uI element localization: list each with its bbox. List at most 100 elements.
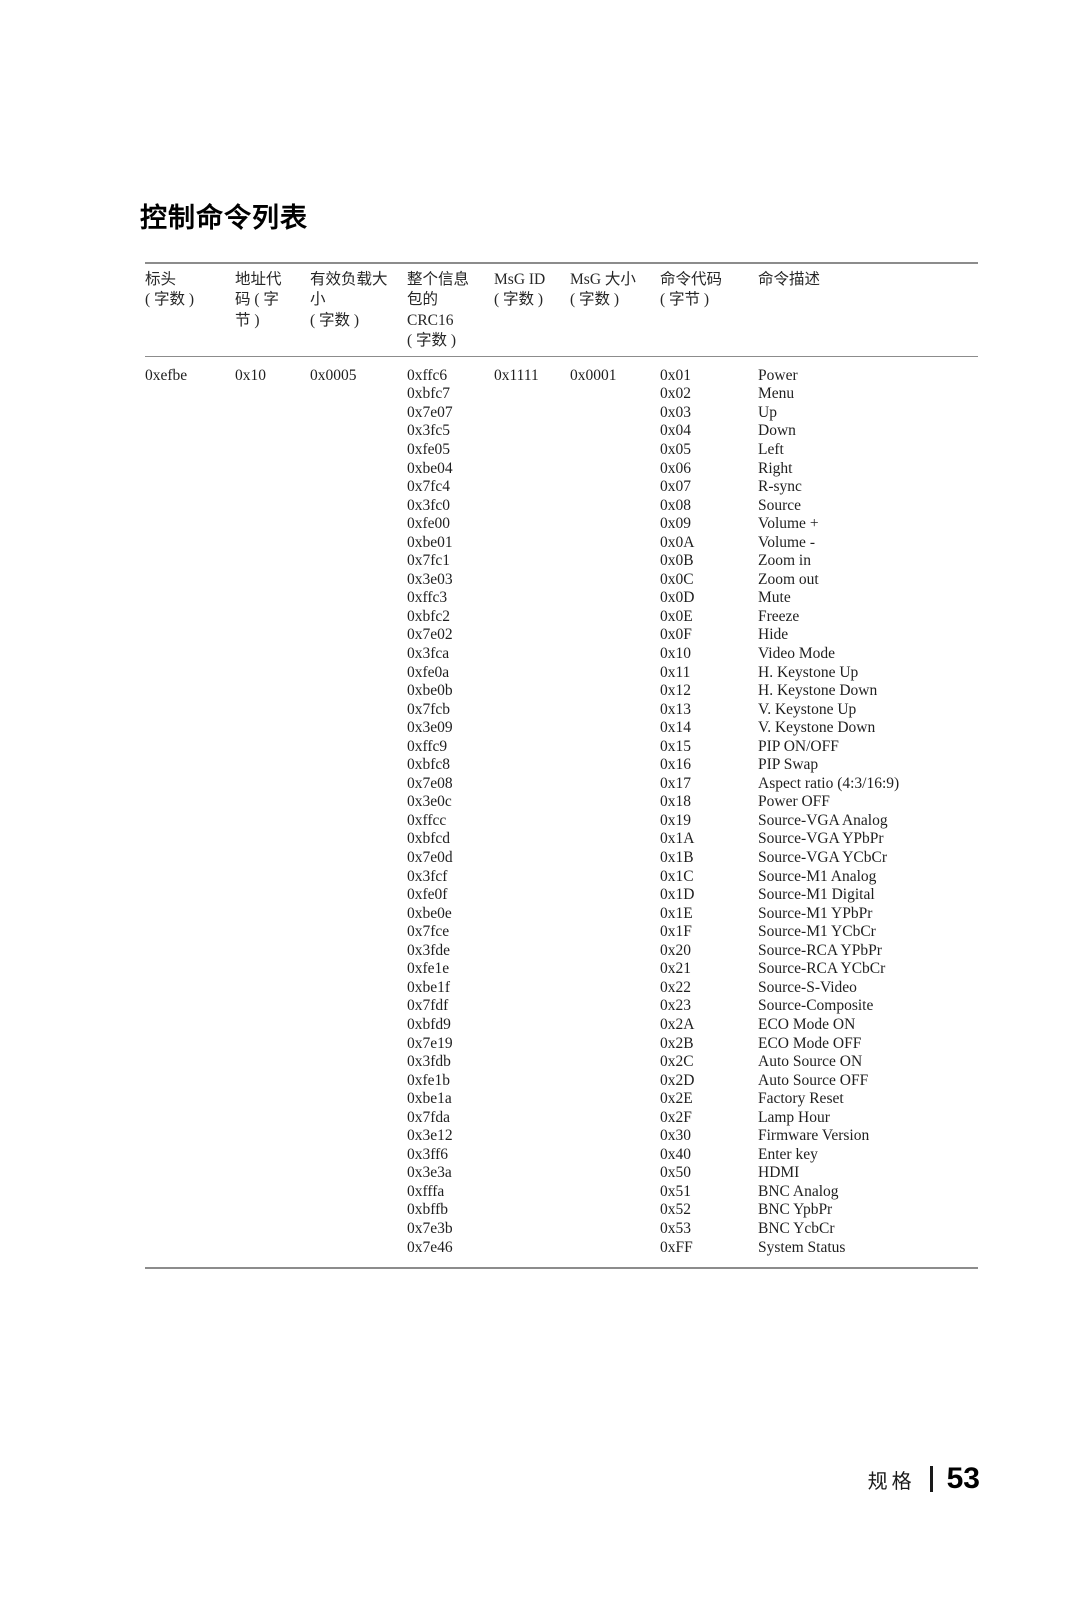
cell-command-description: Right	[758, 459, 793, 477]
cell-command-code: 0x18	[660, 793, 691, 811]
cell-command-code: 0x17	[660, 774, 691, 792]
cell-command-code: 0x51	[660, 1182, 691, 1200]
cell-command-code: 0x1A	[660, 830, 695, 848]
column-header-line: 命令代码	[660, 271, 723, 288]
column-values-msg-id: 0x1111	[494, 367, 570, 1257]
cell-command-code: 0x04	[660, 422, 691, 440]
cell-crc16: 0x7e08	[407, 774, 453, 792]
cell-crc16: 0x3fde	[407, 941, 451, 959]
cell-crc16: 0x3fc5	[407, 422, 451, 440]
table-body: 0xefbe 0x10 0x0005 0xffc6 0xbfc7 0x7e07 0x3…	[145, 357, 978, 1267]
column-header-line: 小	[310, 291, 326, 309]
cell-crc16: 0x3e12	[407, 1127, 453, 1145]
cell-crc16: 0xfe0f	[407, 886, 448, 904]
column-header-line: CRC16	[407, 311, 454, 329]
cell-command-code: 0x30	[660, 1127, 691, 1145]
cell-command-description: Source-Composite	[758, 997, 874, 1015]
column-values-crc16: 0xffc6 0xbfc7 0x7e07 0x3fc5 0xfe05 0xbe04 0x7f…	[407, 367, 494, 1257]
column-values-msg-size: 0x0001	[570, 367, 660, 1257]
cell-command-description: ECO Mode OFF	[758, 1034, 862, 1052]
column-header-line: 命令描述	[758, 271, 821, 288]
cell-command-description: PIP Swap	[758, 756, 819, 774]
cell-crc16: 0xffc6	[407, 366, 448, 384]
column-header-line: 地址代	[235, 271, 282, 288]
cell-command-description: Source-RCA YPbPr	[758, 941, 882, 959]
cell-command-description: Lamp Hour	[758, 1108, 830, 1126]
cell-command-code: 0x0C	[660, 570, 694, 588]
page-title: 控制命令列表	[140, 203, 308, 234]
cell-command-code: 0x09	[660, 515, 691, 533]
column-values-command-description: Power Menu Up Down Left Right R-sync Source Volu…	[758, 367, 973, 1257]
footer-page-number: 53	[946, 1462, 980, 1495]
cell-crc16: 0x7e3b	[407, 1219, 453, 1237]
column-header-line: 标头	[145, 271, 177, 288]
cell-command-description: Mute	[758, 589, 791, 607]
cell-crc16: 0xbfc2	[407, 607, 451, 625]
cell-command-code: 0x2B	[660, 1034, 694, 1052]
cell-crc16: 0x7e0d	[407, 849, 453, 867]
cell-crc16: 0xfe05	[407, 441, 451, 458]
cell-crc16: 0xbffb	[407, 1201, 449, 1219]
cell-command-code: 0x0F	[660, 626, 692, 644]
cell-command-description: Video Mode	[758, 645, 835, 663]
column-values-payload-size: 0x0005	[310, 367, 407, 1257]
cell-command-code: 0x10	[660, 645, 691, 663]
cell-crc16: 0x3ff6	[407, 1145, 449, 1163]
cell-crc16: 0x3e3a	[407, 1164, 452, 1182]
cell-crc16: 0xbfd9	[407, 1015, 451, 1033]
cell-command-description: PIP ON/OFF	[758, 737, 839, 755]
cell-command-description: Menu	[758, 385, 795, 403]
column-header-payload-size: 有效负载大 小 ( 字数 )	[310, 270, 407, 352]
cell-crc16: 0x3fdb	[407, 1053, 451, 1071]
cell-crc16: 0xbe01	[407, 533, 453, 551]
column-header-line: MsG 大小	[570, 271, 636, 288]
cell-crc16: 0x7fc1	[407, 552, 451, 570]
cell-command-description: Source-M1 Analog	[758, 867, 877, 885]
cell-crc16: 0xfe00	[407, 515, 451, 533]
cell-command-code: 0x1D	[660, 886, 695, 904]
column-header-line: ( 字数 )	[494, 291, 544, 309]
cell-command-description: H. Keystone Up	[758, 663, 859, 681]
cell-command-description: Volume -	[758, 533, 815, 551]
cell-command-code: 0x14	[660, 719, 691, 737]
cell-command-code: 0x11	[660, 663, 691, 681]
cell-crc16: 0xbe0b	[407, 682, 453, 700]
column-header-standard: 标头 ( 字数 )	[145, 270, 235, 352]
cell-crc16: 0xbe0e	[407, 904, 452, 922]
cell-crc16: 0x7fcb	[407, 700, 451, 718]
cell-crc16: 0x7e19	[407, 1034, 453, 1052]
cell-command-description: Source-VGA YPbPr	[758, 830, 884, 848]
cell-command-code: 0x21	[660, 960, 691, 978]
cell-crc16: 0x7e46	[407, 1238, 453, 1256]
column-header-line: 码 ( 字	[235, 291, 279, 309]
cell-command-code: 0x22	[660, 978, 691, 996]
column-header-crc16: 整个信息 包的 CRC16 ( 字数 )	[407, 270, 494, 352]
cell-command-description: ECO Mode ON	[758, 1015, 856, 1033]
cell-crc16: 0x7fce	[407, 923, 450, 941]
cell-command-code: 0x2F	[660, 1108, 692, 1126]
cell-command-code: 0x02	[660, 385, 691, 403]
cell-command-code: 0xFF	[660, 1238, 693, 1256]
cell-crc16: 0x3e0c	[407, 793, 452, 811]
cell-command-code: 0x2A	[660, 1015, 695, 1033]
column-header-msg-id: MsG ID ( 字数 )	[494, 270, 570, 352]
cell-command-code: 0x07	[660, 478, 691, 496]
cell-command-description: Hide	[758, 626, 789, 644]
cell-command-code: 0x1E	[660, 904, 693, 922]
cell-command-description: Power	[758, 366, 798, 384]
cell-command-code: 0x20	[660, 941, 691, 959]
column-values-command-code: 0x01 0x02 0x03 0x04 0x05 0x06 0x07 0x08 0x09 0x0A…	[660, 367, 758, 1257]
cell-crc16: 0x7fc4	[407, 478, 451, 496]
cell-crc16: 0xbfc7	[407, 385, 451, 403]
cell-command-description: Enter key	[758, 1145, 818, 1163]
column-header-line: 有效负载大	[310, 271, 388, 288]
control-command-table: 标头 ( 字数 ) 地址代 码 ( 字 节 ) 有效负载大 小 ( 字数 ) 整…	[145, 262, 978, 1270]
cell-payload-size: 0x0005	[310, 366, 357, 384]
cell-command-description: Source-M1 YCbCr	[758, 923, 876, 941]
cell-command-code: 0x0A	[660, 533, 695, 551]
column-header-line: 节 )	[235, 311, 260, 329]
cell-command-code: 0x16	[660, 756, 691, 774]
page-footer: 规格 53	[868, 1462, 980, 1496]
column-header-line: ( 字数 )	[145, 291, 195, 309]
column-header-command-description: 命令描述	[758, 270, 973, 352]
